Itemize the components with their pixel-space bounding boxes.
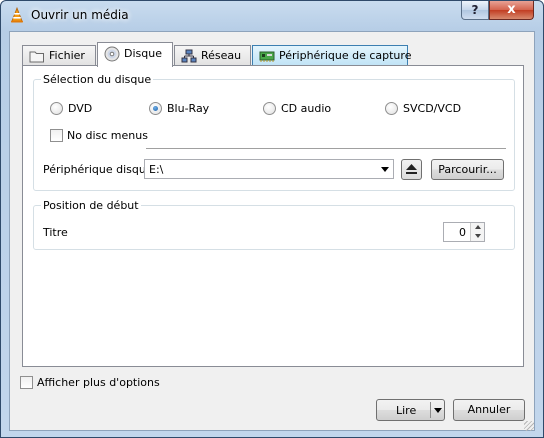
vlc-cone-icon bbox=[11, 7, 23, 23]
cancel-button[interactable]: Annuler bbox=[453, 399, 525, 421]
dropdown-arrow-icon[interactable] bbox=[381, 167, 389, 172]
title-spinbox[interactable]: 0 bbox=[443, 222, 485, 242]
spin-up-icon[interactable] bbox=[470, 223, 484, 232]
device-value: E:\ bbox=[149, 163, 164, 176]
tab-label: Fichier bbox=[49, 49, 85, 62]
spin-down-icon[interactable] bbox=[470, 232, 484, 241]
network-icon bbox=[181, 49, 197, 63]
chevron-down-icon[interactable] bbox=[434, 408, 442, 413]
disc-icon bbox=[104, 46, 120, 62]
folder-icon bbox=[29, 51, 44, 62]
dialog-body: Fichier Disque Réseau Périphérique de ca… bbox=[9, 31, 535, 431]
title-number-label: Titre bbox=[43, 226, 68, 239]
more-options-label: Afficher plus d'options bbox=[37, 376, 160, 389]
title-bar[interactable]: Ouvrir un média ? x bbox=[1, 1, 543, 31]
eject-button[interactable] bbox=[401, 159, 422, 180]
spinbox-value: 0 bbox=[459, 226, 466, 239]
capture-card-icon bbox=[259, 51, 275, 62]
radio-label: DVD bbox=[68, 102, 93, 115]
tab-label: Réseau bbox=[201, 49, 242, 62]
tab-label: Disque bbox=[124, 47, 162, 60]
more-options-checkbox[interactable] bbox=[20, 376, 33, 389]
play-button-label[interactable]: Lire bbox=[396, 404, 416, 417]
no-disc-menus-checkbox[interactable] bbox=[50, 129, 63, 142]
group-title: Position de début bbox=[41, 199, 141, 212]
disc-device-combobox[interactable]: E:\ bbox=[144, 159, 394, 179]
radio-button[interactable] bbox=[385, 102, 398, 115]
tab-disque[interactable]: Disque bbox=[97, 42, 173, 67]
tab-label: Périphérique de capture bbox=[279, 49, 412, 62]
no-disc-menus-label: No disc menus bbox=[67, 129, 148, 142]
radio-button[interactable] bbox=[149, 102, 162, 115]
tab-peripherique-capture[interactable]: Périphérique de capture bbox=[252, 45, 412, 66]
help-button[interactable]: ? bbox=[461, 1, 489, 20]
device-label: Périphérique disque bbox=[43, 163, 153, 176]
tab-reseau[interactable]: Réseau bbox=[174, 45, 251, 66]
start-position-group: Position de début Titre 0 bbox=[33, 199, 515, 250]
tab-fichier[interactable]: Fichier bbox=[22, 45, 96, 66]
resize-grip[interactable] bbox=[524, 421, 534, 431]
play-split-button[interactable]: Lire bbox=[376, 399, 445, 421]
radio-button[interactable] bbox=[50, 102, 63, 115]
close-button[interactable]: x bbox=[489, 1, 534, 20]
dialog-window: Ouvrir un média ? x Fichier Disque Résea… bbox=[0, 0, 544, 438]
disc-tab-panel: Sélection du disque DVD Blu-Ray CD audio… bbox=[22, 65, 524, 367]
radio-button[interactable] bbox=[263, 102, 276, 115]
divider bbox=[146, 148, 506, 149]
browse-button[interactable]: Parcourir... bbox=[431, 159, 504, 180]
radio-label: Blu-Ray bbox=[167, 102, 210, 115]
window-title: Ouvrir un média bbox=[31, 8, 129, 22]
disc-selection-group: Sélection du disque DVD Blu-Ray CD audio… bbox=[33, 73, 515, 191]
group-title: Sélection du disque bbox=[41, 73, 154, 86]
eject-icon bbox=[406, 164, 417, 174]
split-divider bbox=[430, 402, 431, 418]
radio-label: CD audio bbox=[281, 102, 332, 115]
radio-label: SVCD/VCD bbox=[403, 102, 462, 115]
